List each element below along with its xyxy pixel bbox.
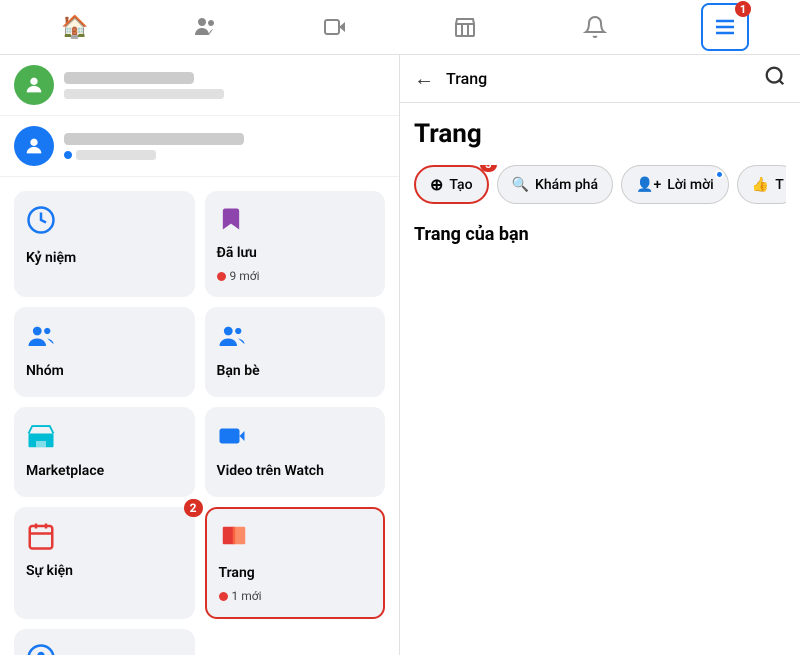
- menu-item-marketplace[interactable]: Marketplace: [14, 407, 195, 497]
- video-watch-label: Video trên Watch: [217, 463, 324, 479]
- kham-pha-label: Khám phá: [535, 177, 598, 193]
- profile-name-2: [64, 133, 244, 145]
- profile-time: [76, 150, 156, 160]
- main-layout: Kỷ niệm Đã lưu 9 mới Nhóm: [0, 55, 800, 655]
- menu-item-video-watch[interactable]: Video trên Watch: [205, 407, 386, 497]
- right-panel-title: Trang: [446, 69, 752, 88]
- menu-item-ban-be[interactable]: Bạn bè: [205, 307, 386, 397]
- avatar-2: [14, 126, 54, 166]
- profile-sub-1: [64, 89, 224, 99]
- top-navigation: 🏠 1: [0, 0, 800, 55]
- nhom-label: Nhóm: [26, 363, 64, 379]
- tab-thich[interactable]: 👍 T: [737, 165, 786, 204]
- menu-item-trang[interactable]: Trang 1 mới: [205, 507, 386, 619]
- loi-moi-dot: [715, 170, 724, 179]
- annotation-2: 2: [184, 499, 203, 517]
- su-kien-label: Sự kiện: [26, 563, 73, 579]
- tab-kham-pha[interactable]: 🔍 Khám phá: [497, 165, 613, 204]
- profile-name-1: [64, 72, 194, 84]
- menu-icon[interactable]: 1: [701, 3, 749, 51]
- online-dot: [64, 151, 72, 159]
- tao-label: Tạo: [449, 177, 472, 193]
- da-luu-dot: [217, 272, 226, 281]
- left-panel: Kỷ niệm Đã lưu 9 mới Nhóm: [0, 55, 400, 655]
- right-header: ← Trang: [400, 55, 800, 103]
- video-watch-icon: [217, 421, 247, 455]
- ky-niem-label: Kỷ niệm: [26, 250, 76, 266]
- menu-item-ky-niem[interactable]: Kỷ niệm: [14, 191, 195, 297]
- nhom-icon: [26, 321, 56, 355]
- kham-pha-icon: 🔍: [512, 177, 529, 193]
- profile-text-1: [64, 72, 224, 99]
- menu-item-nhom[interactable]: Nhóm: [14, 307, 195, 397]
- right-panel: ← Trang Trang ⊕ Tạo 3 🔍 Khám phá: [400, 55, 800, 655]
- right-main: Trang ⊕ Tạo 3 🔍 Khám phá 👤+ Lời mời: [400, 103, 800, 655]
- tabs-row: ⊕ Tạo 3 🔍 Khám phá 👤+ Lời mời 👍: [414, 165, 786, 204]
- menu-item-ban-be-quanh-day[interactable]: Bạn bè quanh đây: [14, 629, 195, 655]
- annotation-3: 3: [480, 165, 496, 172]
- profile-item-1[interactable]: [0, 55, 399, 116]
- ban-be-label: Bạn bè: [217, 363, 260, 379]
- loi-moi-label: Lời mời: [667, 177, 714, 193]
- back-button[interactable]: ←: [414, 66, 434, 91]
- tab-loi-moi[interactable]: 👤+ Lời mời: [621, 165, 729, 204]
- ban-be-icon: [217, 321, 247, 355]
- annotation-1: 1: [735, 1, 751, 17]
- thich-label: T: [775, 177, 784, 193]
- marketplace-label: Marketplace: [26, 463, 104, 479]
- trang-icon: [219, 523, 249, 557]
- trang-label: Trang: [219, 565, 255, 581]
- loi-moi-icon: 👤+: [636, 177, 661, 193]
- shop-icon[interactable]: [441, 3, 489, 51]
- marketplace-icon: [26, 421, 56, 455]
- page-heading: Trang: [414, 119, 786, 149]
- profile-text-2: [64, 133, 244, 160]
- section-title: Trang của bạn: [414, 224, 786, 245]
- profile-sub-2: [64, 150, 244, 160]
- trang-badge: 1 mới: [219, 589, 262, 603]
- ky-niem-icon: [26, 205, 56, 242]
- da-luu-icon: [217, 205, 245, 237]
- ban-be-quanh-day-icon: [26, 643, 56, 655]
- menu-item-su-kien[interactable]: Sự kiện 2: [14, 507, 195, 619]
- friends-icon[interactable]: [181, 3, 229, 51]
- menu-grid: Kỷ niệm Đã lưu 9 mới Nhóm: [0, 177, 399, 655]
- su-kien-icon: [26, 521, 56, 555]
- video-icon[interactable]: [311, 3, 359, 51]
- thich-icon: 👍: [752, 177, 769, 193]
- menu-item-da-luu[interactable]: Đã lưu 9 mới: [205, 191, 386, 297]
- da-luu-label: Đã lưu: [217, 245, 257, 261]
- profile-item-2[interactable]: [0, 116, 399, 177]
- tab-tao[interactable]: ⊕ Tạo 3: [414, 165, 489, 204]
- avatar-1: [14, 65, 54, 105]
- search-button[interactable]: [764, 65, 786, 92]
- trang-dot: [219, 592, 228, 601]
- tao-icon: ⊕: [430, 175, 443, 194]
- da-luu-badge: 9 mới: [217, 269, 260, 283]
- home-icon[interactable]: 🏠: [51, 3, 99, 51]
- bell-icon[interactable]: [571, 3, 619, 51]
